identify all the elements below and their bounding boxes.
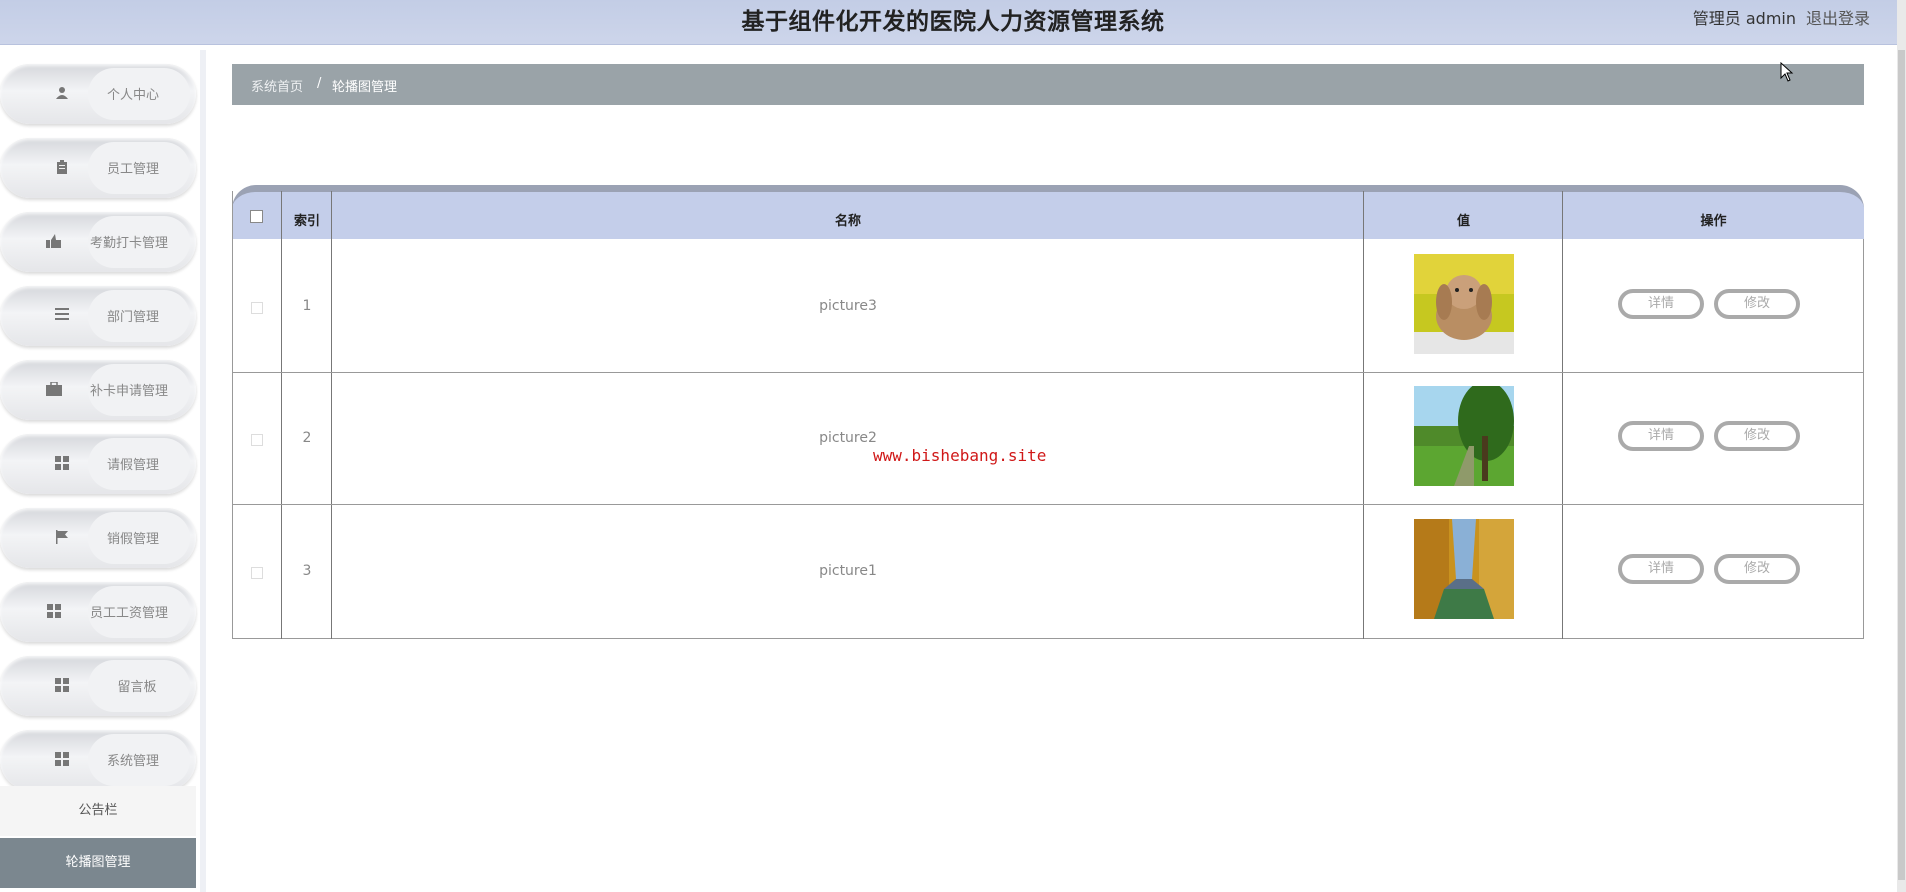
- row-index: 3: [302, 563, 312, 579]
- sidebar-item-label: 个人中心: [106, 88, 159, 103]
- list-icon: [54, 308, 70, 324]
- edit-button[interactable]: 修改: [1714, 289, 1800, 319]
- sidebar-item-label: 补卡申请管理: [89, 384, 168, 399]
- top-header: 基于组件化开发的医院人力资源管理系统 管理员 admin 退出登录: [0, 0, 1906, 45]
- detail-button[interactable]: 详情: [1618, 289, 1704, 319]
- app-title: 基于组件化开发的医院人力资源管理系统: [741, 9, 1165, 35]
- sidebar-item-label: 员工管理: [106, 162, 159, 177]
- sidebar-item-label: 系统管理: [106, 754, 159, 769]
- sidebar-item-department[interactable]: 部门管理: [0, 286, 196, 346]
- row-name: picture1: [819, 563, 877, 579]
- sidebar-item-label: 请假管理: [106, 458, 159, 473]
- mouse-cursor-icon: [1780, 62, 1794, 82]
- logout-link[interactable]: 退出登录: [1806, 5, 1870, 29]
- header-index: 索引: [293, 214, 320, 229]
- breadcrumb-home[interactable]: 系统首页: [251, 76, 303, 95]
- breadcrumb-current: 轮播图管理: [332, 80, 398, 95]
- grid-icon: [46, 604, 62, 620]
- sidebar-item-cancel-leave[interactable]: 销假管理: [0, 508, 196, 568]
- breadcrumb: 系统首页 / 轮播图管理: [232, 64, 1864, 105]
- sidebar-item-label: 留言板: [117, 680, 157, 695]
- sidebar-item-salary[interactable]: 员工工资管理: [0, 582, 196, 642]
- row-index: 2: [302, 430, 312, 446]
- select-all-checkbox[interactable]: [250, 210, 263, 223]
- thumbs-up-icon: [46, 234, 62, 250]
- watermark: www.bishebang.site: [873, 446, 1047, 465]
- sidebar-item-message-board[interactable]: 留言板: [0, 656, 196, 716]
- row-checkbox[interactable]: [251, 434, 263, 446]
- header-value: 值: [1456, 214, 1470, 229]
- flag-icon: [54, 530, 70, 546]
- row-checkbox[interactable]: [251, 567, 263, 579]
- sidebar-item-label: 部门管理: [106, 310, 159, 325]
- detail-button[interactable]: 详情: [1618, 421, 1704, 451]
- edit-button[interactable]: 修改: [1714, 421, 1800, 451]
- user-icon: [54, 86, 70, 102]
- scrollbar-thumb[interactable]: [1898, 50, 1905, 880]
- grid-icon: [54, 456, 70, 472]
- sidebar-item-leave[interactable]: 请假管理: [0, 434, 196, 494]
- header-name: 名称: [834, 214, 861, 229]
- row-name: picture3: [819, 298, 877, 314]
- sidebar-subitem-carousel[interactable]: 轮播图管理: [0, 838, 196, 888]
- grid-icon: [54, 752, 70, 768]
- row-checkbox[interactable]: [251, 302, 263, 314]
- breadcrumb-separator: /: [317, 76, 322, 91]
- willow-tree-photo: [1414, 386, 1514, 486]
- sidebar-item-attendance[interactable]: 考勤打卡管理: [0, 212, 196, 272]
- sidebar-item-label: 销假管理: [106, 532, 159, 547]
- sidebar-item-employee[interactable]: 员工管理: [0, 138, 196, 198]
- autumn-forest-photo: [1414, 519, 1514, 619]
- sidebar-subitem-notice-board[interactable]: 公告栏: [0, 786, 196, 836]
- row-name: picture2: [819, 430, 877, 446]
- row-index: 1: [302, 298, 312, 314]
- page-scrollbar[interactable]: [1897, 0, 1906, 892]
- sidebar-item-label: 员工工资管理: [89, 606, 168, 621]
- row-divider: [232, 504, 1864, 505]
- clipboard-icon: [54, 160, 70, 176]
- carousel-table: 索引 名称 值 操作 1 picture3 详情 修改 2 picture2 详…: [232, 185, 1864, 639]
- sidebar-item-personal-center[interactable]: 个人中心: [0, 64, 196, 124]
- sidebar-item-system[interactable]: 系统管理: [0, 730, 196, 790]
- detail-button[interactable]: 详情: [1618, 554, 1704, 584]
- current-user: 管理员 admin: [1692, 9, 1796, 28]
- row-divider: [232, 372, 1864, 373]
- sidebar: 个人中心 员工管理 考勤打卡管理 部门管理 补卡申请管理 请假管理 销假管理 员…: [0, 50, 206, 892]
- edit-button[interactable]: 修改: [1714, 554, 1800, 584]
- rabbit-photo: [1414, 254, 1514, 354]
- header-actions: 操作: [1700, 214, 1727, 229]
- briefcase-icon: [46, 381, 62, 398]
- sidebar-item-makeup-application[interactable]: 补卡申请管理: [0, 360, 196, 420]
- grid-icon: [54, 678, 70, 694]
- sidebar-item-label: 考勤打卡管理: [89, 236, 168, 251]
